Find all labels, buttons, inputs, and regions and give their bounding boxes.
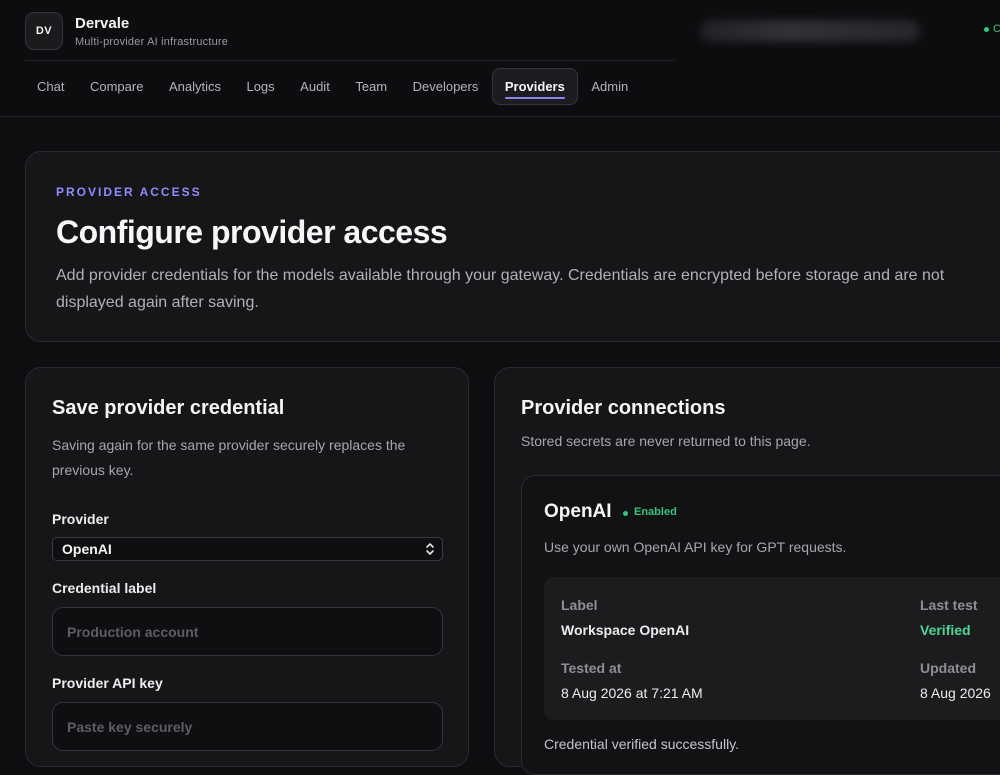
provider-connection-item: OpenAI Enabled Use your own OpenAI API k… bbox=[521, 475, 1000, 775]
provider-connections-card: Provider connections Stored secrets are … bbox=[494, 367, 1000, 775]
nav-tab-analytics[interactable]: Analytics bbox=[157, 68, 233, 105]
provider-name: OpenAI bbox=[544, 501, 612, 522]
nav-tab-team[interactable]: Team bbox=[343, 68, 399, 105]
status-dot-icon bbox=[984, 27, 989, 32]
page-title: Configure provider access bbox=[56, 214, 448, 250]
nav-tab-developers[interactable]: Developers bbox=[401, 68, 491, 105]
hero-panel: PROVIDER ACCESS Configure provider acces… bbox=[25, 151, 1000, 342]
hero-description: Add provider credentials for the models … bbox=[56, 267, 945, 311]
connections-title: Provider connections bbox=[521, 397, 726, 419]
nav-tab-chat[interactable]: Chat bbox=[25, 68, 76, 105]
hero-eyebrow: PROVIDER ACCESS bbox=[56, 185, 202, 199]
credential-label-field-label: Credential label bbox=[52, 580, 157, 596]
api-key-field-label: Provider API key bbox=[52, 675, 163, 691]
tested-at-heading: Tested at bbox=[561, 660, 622, 676]
nav-tab-logs[interactable]: Logs bbox=[234, 68, 286, 105]
provider-select-value: OpenAI bbox=[62, 541, 112, 557]
label-heading: Label bbox=[561, 597, 598, 613]
status-indicator-text: C bbox=[993, 23, 1000, 35]
last-test-heading: Last test bbox=[920, 597, 978, 613]
main-nav: Chat Compare Analytics Logs Audit Team D… bbox=[25, 68, 642, 105]
last-test-value: Verified bbox=[920, 622, 971, 638]
brand-subtitle: Multi-provider AI infrastructure bbox=[75, 35, 229, 48]
save-credential-card: Save provider credential Saving again fo… bbox=[25, 367, 469, 767]
api-key-input[interactable] bbox=[52, 702, 443, 751]
enabled-status-dot-icon bbox=[623, 511, 628, 516]
status-badge: Enabled bbox=[634, 506, 677, 518]
updated-heading: Updated bbox=[920, 660, 976, 676]
provider-description: Use your own OpenAI API key for GPT requ… bbox=[544, 539, 847, 555]
connections-subtitle: Stored secrets are never returned to thi… bbox=[521, 433, 811, 449]
nav-tab-admin[interactable]: Admin bbox=[579, 68, 640, 105]
credential-label-input[interactable] bbox=[52, 607, 443, 656]
updated-value: 8 Aug 2026 bbox=[920, 685, 991, 701]
header-divider bbox=[25, 60, 675, 61]
nav-tab-audit[interactable]: Audit bbox=[288, 68, 342, 105]
label-value: Workspace OpenAI bbox=[561, 622, 690, 638]
brand-name: Dervale bbox=[75, 14, 130, 32]
nav-tab-compare[interactable]: Compare bbox=[78, 68, 155, 105]
brand-logo: DV bbox=[25, 12, 63, 50]
provider-field-label: Provider bbox=[52, 511, 109, 527]
brand-text: Dervale Multi-provider AI infrastructure bbox=[75, 15, 228, 48]
provider-select[interactable]: OpenAI bbox=[52, 537, 443, 561]
blurred-user-info bbox=[700, 20, 920, 42]
top-bar: DV Dervale Multi-provider AI infrastruct… bbox=[0, 0, 1000, 117]
save-credential-title: Save provider credential bbox=[52, 397, 285, 419]
credential-details: Label Workspace OpenAI Last test Verifie… bbox=[544, 577, 1000, 720]
save-credential-subtitle: Saving again for the same provider secur… bbox=[52, 437, 406, 478]
chevron-up-down-icon bbox=[426, 543, 434, 555]
nav-tab-providers[interactable]: Providers bbox=[491, 68, 578, 105]
tested-at-value: 8 Aug 2026 at 7:21 AM bbox=[561, 685, 703, 701]
brand[interactable]: DV Dervale Multi-provider AI infrastruct… bbox=[25, 12, 228, 50]
